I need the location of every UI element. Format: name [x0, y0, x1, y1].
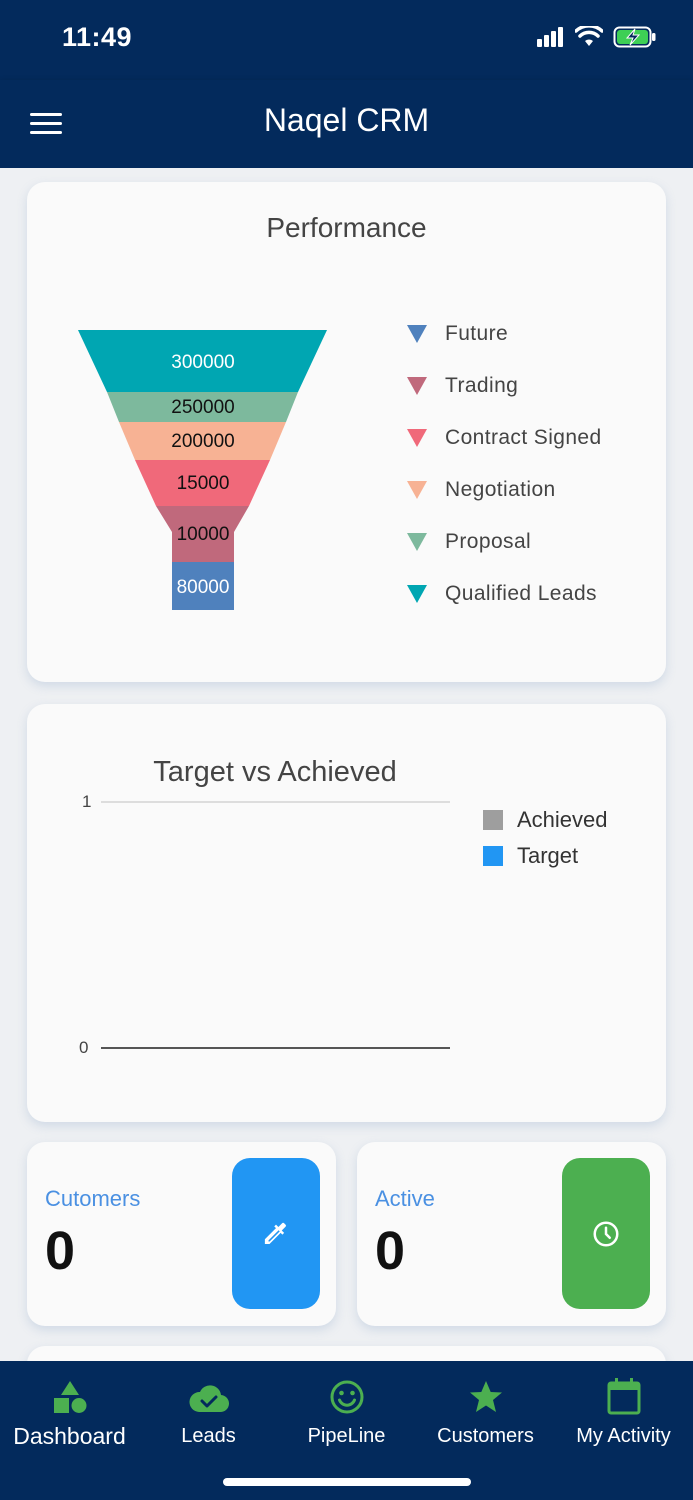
funnel-value-trading: 10000 — [177, 524, 230, 545]
dashboard-content[interactable]: Performance 300000 250000 200000 15000 1… — [0, 168, 693, 1361]
nav-leads[interactable]: Leads — [139, 1375, 278, 1448]
legend-item-negotiation[interactable]: Negotiation — [407, 464, 602, 516]
legend-item-contract-signed[interactable]: Contract Signed — [407, 412, 602, 464]
active-count: 0 — [375, 1221, 406, 1281]
y-tick-label: 1 — [82, 792, 92, 811]
partial-card — [27, 1346, 666, 1361]
chart-legend: Achieved Target — [483, 802, 608, 874]
status-bar: 11:49 — [0, 0, 693, 80]
cloud-check-icon — [188, 1385, 229, 1413]
performance-card: Performance 300000 250000 200000 15000 1… — [27, 182, 666, 682]
wifi-icon — [575, 26, 603, 46]
legend-item-trading[interactable]: Trading — [407, 360, 602, 412]
legend-label: Trading — [445, 374, 519, 397]
nav-label: My Activity — [576, 1425, 671, 1447]
legend-item-future[interactable]: Future — [407, 308, 602, 360]
funnel-value-proposal: 250000 — [171, 397, 234, 418]
legend-label: Negotiation — [445, 478, 556, 501]
nav-label: PipeLine — [307, 1425, 386, 1447]
shapes-icon — [53, 1381, 86, 1413]
performance-funnel: 300000 250000 200000 15000 10000 80000 — [78, 330, 327, 610]
funnel-value-qualified-leads: 300000 — [171, 352, 234, 373]
customers-tile-button[interactable] — [232, 1158, 320, 1309]
legend-label: Target — [517, 843, 579, 868]
status-time: 11:49 — [62, 22, 133, 52]
legend-triangle-icon — [407, 377, 427, 395]
nav-label: Customers — [437, 1425, 534, 1447]
funnel-value-negotiation: 200000 — [171, 431, 234, 452]
nav-dashboard[interactable]: Dashboard — [0, 1375, 139, 1450]
active-tile-button[interactable] — [562, 1158, 650, 1309]
legend-item-qualified-leads[interactable]: Qualified Leads — [407, 568, 602, 620]
nav-label: Leads — [181, 1425, 236, 1447]
legend-label: Proposal — [445, 530, 532, 553]
status-icons — [537, 26, 657, 48]
customers-stat-card[interactable]: Cutomers 0 — [27, 1142, 336, 1326]
legend-label: Future — [445, 322, 509, 345]
legend-label: Achieved — [517, 807, 608, 832]
signal-icon — [537, 27, 563, 47]
funnel-value-future: 80000 — [177, 577, 230, 598]
legend-triangle-icon — [407, 585, 427, 603]
legend-triangle-icon — [407, 429, 427, 447]
legend-triangle-icon — [407, 533, 427, 551]
legend-triangle-icon — [407, 481, 427, 499]
performance-legend: Future Trading Contract Signed Negotiati… — [407, 308, 602, 620]
active-stat-card[interactable]: Active 0 — [357, 1142, 666, 1326]
legend-swatch — [483, 846, 503, 866]
clock-icon — [593, 1221, 619, 1246]
active-label: Active — [375, 1186, 435, 1211]
app-bar: Naqel CRM — [0, 80, 693, 168]
smiley-icon — [330, 1380, 363, 1414]
nav-label: Dashboard — [13, 1423, 126, 1449]
legend-label: Qualified Leads — [445, 582, 597, 605]
customers-label: Cutomers — [45, 1186, 141, 1211]
target-vs-achieved-card: Target vs Achieved 1 0 Achieved Target — [27, 704, 666, 1122]
y-tick-label: 0 — [79, 1038, 89, 1057]
legend-item-proposal[interactable]: Proposal — [407, 516, 602, 568]
home-indicator — [223, 1478, 471, 1486]
nav-customers[interactable]: Customers — [416, 1375, 555, 1448]
legend-swatch — [483, 810, 503, 830]
nav-my-activity[interactable]: My Activity — [554, 1375, 693, 1448]
target-vs-achieved-chart — [101, 801, 450, 1049]
legend-triangle-icon — [407, 325, 427, 343]
battery-charging-icon — [613, 26, 656, 48]
nav-pipeline[interactable]: PipeLine — [277, 1375, 416, 1448]
legend-item-target[interactable]: Target — [483, 838, 608, 874]
eyedropper-icon — [264, 1222, 287, 1244]
star-icon — [469, 1381, 502, 1412]
customers-count: 0 — [45, 1221, 76, 1281]
calendar-icon — [607, 1378, 640, 1415]
funnel-value-contract-signed: 15000 — [177, 473, 230, 494]
legend-item-achieved[interactable]: Achieved — [483, 802, 608, 838]
legend-label: Contract Signed — [445, 426, 602, 449]
app-title: Naqel CRM — [263, 102, 430, 138]
